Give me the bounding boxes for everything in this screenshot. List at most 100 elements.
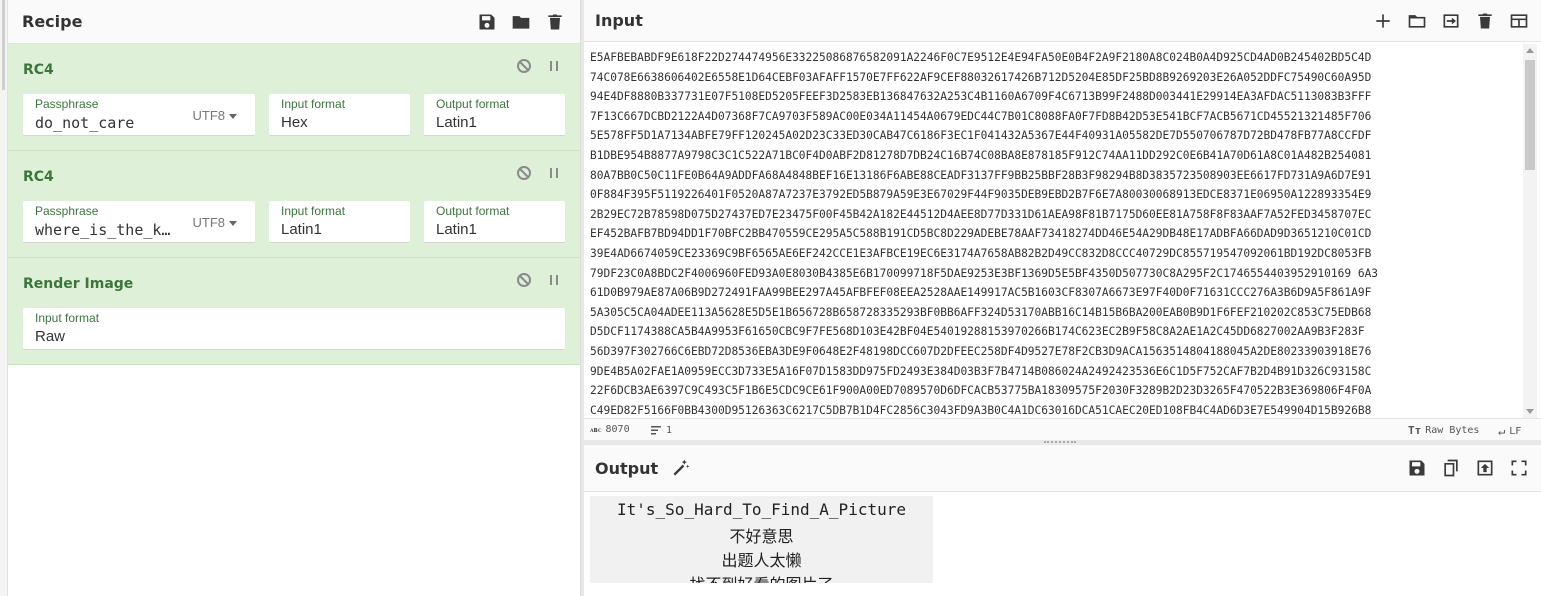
- lines-value: 1: [666, 424, 673, 436]
- input-line: 94E4DF8880B337731E07F5108ED5205FEEF3D258…: [590, 90, 1372, 104]
- pause-icon[interactable]: [546, 58, 562, 74]
- operations-scrollbar[interactable]: [2, 0, 5, 90]
- passphrase-field[interactable]: Passphrase do_not_care UTF8: [23, 94, 255, 136]
- input-line: 61D0B979AE87A06B9D272491FAA99BEE297A45AF…: [590, 286, 1372, 300]
- passphrase-input[interactable]: where_is_the_k…: [35, 221, 185, 239]
- length-stat: ᴀʙᴄ 8070: [590, 424, 630, 435]
- input-line: 79DF23C0A8BDC2F4006960FED93A0E8030B4385E…: [590, 266, 1379, 280]
- operation-name: RC4: [23, 169, 54, 185]
- plus-icon[interactable]: [1372, 10, 1394, 32]
- scrollbar-thumb[interactable]: [1525, 60, 1535, 170]
- input-line: 5E578FF5D1A7134ABFE79FF120245A02D23C33ED…: [590, 129, 1372, 143]
- eol-stat[interactable]: ↵ LF: [1498, 424, 1521, 438]
- input-line: B1DBE954B8877A9798C3C1C522A71BC0F4D0ABF2…: [590, 148, 1372, 162]
- input-line: D5DCF1174388CA5B4A9953F61650CBC9F7FE568D…: [590, 325, 1365, 339]
- image-text-line: 找不到好看的图片了: [590, 571, 933, 583]
- encoding-stat[interactable]: Tт Raw Bytes: [1408, 424, 1479, 437]
- input-line: 22F6DCB3AE6397C9C493C5F1B6E5CDC9CE61F900…: [590, 384, 1372, 398]
- input-format-select[interactable]: Latin1: [281, 221, 322, 238]
- input-panel: Input E5AFBEBABDF9E618F22D274474956E3322…: [584, 0, 1541, 440]
- operation-name: Render Image: [23, 276, 134, 292]
- return-arrow-icon: ↵: [1498, 424, 1506, 438]
- operations-panel-edge[interactable]: [0, 0, 8, 596]
- input-format-field[interactable]: Input format Hex: [269, 94, 410, 136]
- input-line: E5AFBEBABDF9E618F22D274474956E3322508687…: [590, 51, 1372, 64]
- disable-icon[interactable]: [516, 58, 532, 74]
- operation-render-image[interactable]: Render Image Input format Raw: [8, 258, 580, 365]
- passphrase-input[interactable]: do_not_care: [35, 114, 185, 132]
- input-header: Input: [584, 0, 1541, 42]
- chevron-down-icon[interactable]: [229, 114, 237, 119]
- input-line: 39E4AD6674059CE23369C9BF6565AE6EF242CCE1…: [590, 246, 1372, 260]
- recipe-title: Recipe: [22, 12, 83, 31]
- field-label: Input format: [281, 204, 346, 218]
- input-line: 2B29EC72B78598D075D27437ED7E23475F00F45B…: [590, 207, 1372, 221]
- magic-wand-icon[interactable]: [670, 457, 692, 479]
- cyberchef-app: Recipe RC4 Passphrase do_not_care UTF8 I…: [0, 0, 1541, 596]
- field-label: Output format: [436, 97, 510, 111]
- layout-icon[interactable]: [1508, 10, 1530, 32]
- output-format-select[interactable]: Latin1: [436, 221, 477, 238]
- input-line: 9DE4B5A02FAE1A0959ECC3D733E5A16F07D1583D…: [590, 364, 1372, 378]
- fullscreen-icon[interactable]: [1508, 457, 1530, 479]
- trash-icon[interactable]: [544, 11, 566, 33]
- save-icon[interactable]: [1406, 457, 1428, 479]
- field-label: Input format: [281, 97, 346, 111]
- encoding-select[interactable]: UTF8: [193, 215, 226, 230]
- input-status-bar: ᴀʙᴄ 8070 1 Tт Raw Bytes ↵ LF: [584, 418, 1541, 440]
- field-label: Input format: [35, 311, 100, 325]
- input-line: 80A7BB0C50C11FE0B64A9ADDFA68A4848BEF16E1…: [590, 168, 1372, 182]
- recipe-panel: Recipe RC4 Passphrase do_not_care UTF8 I…: [8, 0, 580, 596]
- encoding-value[interactable]: Raw Bytes: [1425, 425, 1479, 436]
- output-format-select[interactable]: Latin1: [436, 114, 477, 131]
- trash-icon[interactable]: [1474, 10, 1496, 32]
- pause-icon[interactable]: [546, 272, 562, 288]
- field-label: Passphrase: [35, 204, 99, 218]
- eol-value[interactable]: LF: [1509, 426, 1521, 437]
- disable-icon[interactable]: [516, 165, 532, 181]
- output-panel: Output It's_So_Hard_To_Find_A_Picture 不好…: [584, 445, 1541, 596]
- output-header: Output: [584, 445, 1541, 492]
- input-line: 5A305C5CA04ADEE113A5628E5D5E1B656728B658…: [590, 305, 1372, 319]
- pause-icon[interactable]: [546, 165, 562, 181]
- operation-rc4-2[interactable]: RC4 Passphrase where_is_the_k… UTF8 Inpu…: [8, 151, 580, 258]
- chevron-down-icon[interactable]: [229, 221, 237, 226]
- recipe-header: Recipe: [8, 0, 580, 44]
- input-title: Input: [595, 11, 643, 30]
- input-line: 7F13C667DCBD2122A4D07368F7CA9703F589AC00…: [590, 109, 1372, 123]
- field-label: Output format: [436, 204, 510, 218]
- disable-icon[interactable]: [516, 272, 532, 288]
- field-label: Passphrase: [35, 97, 99, 111]
- lines-icon: [651, 426, 661, 435]
- input-format-select[interactable]: Raw: [35, 328, 65, 345]
- copy-icon[interactable]: [1440, 457, 1462, 479]
- output-rendered-image: It's_So_Hard_To_Find_A_Picture 不好意思 出题人太…: [590, 496, 933, 583]
- import-icon[interactable]: [1440, 10, 1462, 32]
- input-line: 56D397F302766C6EBD72D8536EBA3DE9F0648E2F…: [590, 344, 1372, 358]
- abc-icon: ᴀʙᴄ: [590, 425, 602, 434]
- input-textarea[interactable]: E5AFBEBABDF9E618F22D274474956E3322508687…: [590, 48, 1518, 418]
- image-text-line: 出题人太懒: [721, 551, 802, 570]
- lines-stat: 1: [650, 424, 672, 436]
- input-line: EF452BAFB7BD94DD1F70BFC2BB470559CE295A5C…: [590, 227, 1372, 241]
- input-line: 74C078E6638606402E6558E1D64CEBF03AFAFF15…: [590, 70, 1372, 84]
- open-folder-icon[interactable]: [1406, 10, 1428, 32]
- output-format-field[interactable]: Output format Latin1: [424, 94, 565, 136]
- input-line: C49ED82F5166F0BB4300D95126363C6217C5DB7B…: [590, 403, 1372, 417]
- input-format-field[interactable]: Input format Raw: [23, 308, 565, 350]
- folder-icon[interactable]: [510, 11, 532, 33]
- length-value: 8070: [605, 424, 630, 435]
- image-text-line: 不好意思: [729, 527, 794, 546]
- encoding-select[interactable]: UTF8: [193, 108, 226, 123]
- image-text-line: It's_So_Hard_To_Find_A_Picture: [617, 500, 906, 519]
- save-icon[interactable]: [476, 11, 498, 33]
- output-format-field[interactable]: Output format Latin1: [424, 201, 565, 243]
- output-title: Output: [595, 458, 659, 478]
- text-encoding-icon: Tт: [1408, 424, 1422, 437]
- move-to-input-icon[interactable]: [1474, 457, 1496, 479]
- input-scrollbar[interactable]: [1523, 44, 1537, 418]
- passphrase-field[interactable]: Passphrase where_is_the_k… UTF8: [23, 201, 255, 243]
- operation-rc4-1[interactable]: RC4 Passphrase do_not_care UTF8 Input fo…: [8, 44, 580, 151]
- input-format-field[interactable]: Input format Latin1: [269, 201, 410, 243]
- input-format-select[interactable]: Hex: [281, 114, 308, 131]
